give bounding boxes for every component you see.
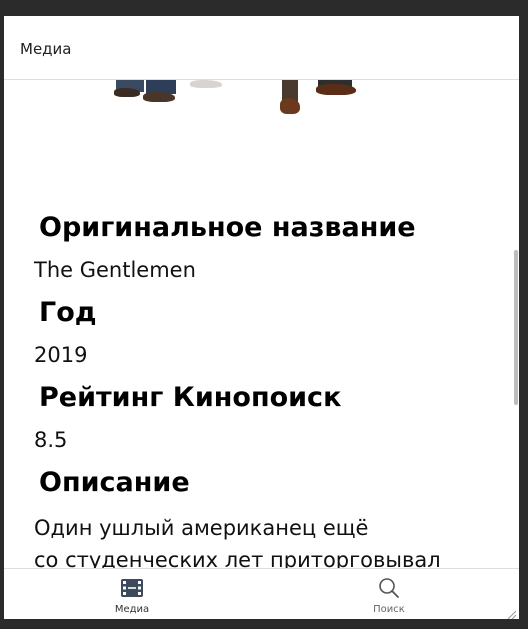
year-heading: Год — [39, 297, 97, 328]
resize-grip-icon[interactable] — [505, 605, 517, 619]
bottom-navigation: Медиа Поиск — [4, 568, 519, 619]
rating-value: 8.5 — [34, 428, 68, 452]
film-icon — [120, 577, 144, 599]
app-header: Медиа — [4, 16, 519, 80]
original-title-value: The Gentlemen — [34, 258, 196, 282]
vertical-scrollbar[interactable] — [514, 250, 518, 405]
original-title-heading: Оригинальное название — [39, 212, 416, 243]
movie-poster-image — [110, 80, 375, 120]
description-heading: Описание — [39, 467, 190, 498]
nav-tab-search[interactable]: Поиск — [329, 569, 449, 619]
description-line-1: Один ушлый американец ещё — [34, 516, 369, 540]
app-window: Медиа Оригинальное название The Gentleme… — [4, 16, 519, 619]
nav-tab-media-label: Медиа — [114, 604, 150, 615]
description-line-2: со студенческих лет приторговывал — [34, 548, 441, 569]
year-value: 2019 — [34, 343, 88, 367]
nav-tab-media[interactable]: Медиа — [72, 569, 192, 619]
description-text: Один ушлый американец ещё со студенчески… — [34, 512, 474, 569]
page-title: Медиа — [20, 40, 72, 58]
search-icon — [377, 577, 401, 599]
nav-tab-search-label: Поиск — [373, 604, 405, 615]
movie-details-scroll[interactable]: Оригинальное название The Gentlemen Год … — [4, 80, 519, 569]
rating-heading: Рейтинг Кинопоиск — [39, 382, 342, 413]
